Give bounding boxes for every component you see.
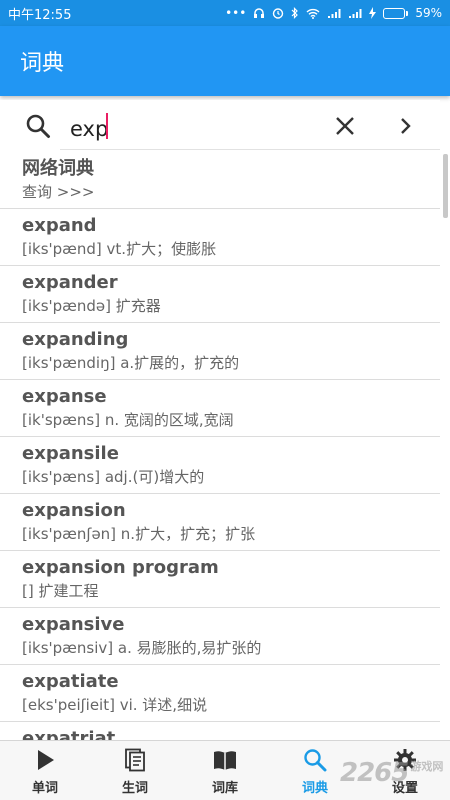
search-bar (0, 100, 440, 152)
more-icon: ••• (225, 6, 247, 20)
entry-word: expand (22, 215, 97, 236)
list-item[interactable]: expand [iks'pænd] vt.扩大；使膨胀 (0, 209, 440, 266)
nav-label: 词典 (301, 781, 328, 796)
entry-word: expanding (22, 329, 129, 350)
battery-percent: 59% (415, 6, 442, 20)
entry-definition: [iks'pændə] 扩充器 (22, 297, 161, 315)
web-dictionary-row[interactable]: 网络词典 查询 >>> (0, 152, 440, 209)
charging-icon (369, 7, 377, 19)
entry-definition: [iks'pændiŋ] a.扩展的，扩充的 (22, 354, 240, 372)
nav-label: 词库 (211, 781, 238, 796)
page-title: 词典 (20, 51, 65, 76)
entry-word: expatriat (22, 728, 116, 740)
battery-icon (383, 7, 409, 19)
alarm-icon (273, 8, 284, 19)
headphones-icon (254, 8, 265, 18)
entry-definition: [iks'pænʃən] n.扩大，扩充；扩张 (22, 525, 256, 543)
result-list: 网络词典 查询 >>> expand [iks'pænd] vt.扩大；使膨胀 … (0, 152, 440, 740)
search-icon[interactable] (25, 113, 51, 139)
list-item[interactable]: expansive [iks'pænsiv] a. 易膨胀的,易扩张的 (0, 608, 440, 665)
nav-label: 生词 (121, 781, 148, 796)
entry-word: expatiate (22, 671, 119, 692)
watermark-number: 2265 (340, 758, 409, 788)
list-item[interactable]: expatriat (0, 722, 440, 740)
entry-definition: [iks'pænd] vt.扩大；使膨胀 (22, 240, 217, 258)
text-cursor (106, 113, 108, 139)
signal-icon-2 (349, 8, 362, 18)
list-item[interactable]: expander [iks'pændə] 扩充器 (0, 266, 440, 323)
watermark-logo: 2265 游戏网 (340, 748, 450, 798)
status-icons: ••• 59% (225, 6, 442, 20)
notes-icon (125, 748, 145, 772)
list-item[interactable]: expansion program [] 扩建工程 (0, 551, 440, 608)
list-item[interactable]: expanding [iks'pændiŋ] a.扩展的，扩充的 (0, 323, 440, 380)
nav-item-new-words[interactable]: 生词 (90, 741, 180, 800)
play-icon (38, 750, 54, 770)
watermark-suffix: 游戏网 (410, 760, 444, 773)
book-icon (214, 751, 236, 770)
list-item[interactable]: expansile [iks'pæns] adj.(可)增大的 (0, 437, 440, 494)
bluetooth-icon (291, 7, 299, 19)
entry-word: expansion (22, 500, 126, 521)
list-item[interactable]: expanse [ik'spæns] n. 宽阔的区域,宽阔 (0, 380, 440, 437)
search-input[interactable] (60, 108, 440, 150)
scrollbar-thumb[interactable] (443, 154, 448, 218)
status-bar: 中午12:55 ••• 59% (0, 0, 450, 26)
web-dictionary-action[interactable]: 查询 >>> (22, 181, 440, 203)
list-item[interactable]: expansion [iks'pænʃən] n.扩大，扩充；扩张 (0, 494, 440, 551)
entry-definition: [iks'pæns] adj.(可)增大的 (22, 468, 205, 486)
entry-word: expansive (22, 614, 125, 635)
nav-label: 单词 (31, 781, 58, 796)
entry-definition: [] 扩建工程 (22, 582, 99, 600)
nav-item-wordbank[interactable]: 词库 (180, 741, 270, 800)
entry-definition: [ik'spæns] n. 宽阔的区域,宽阔 (22, 411, 234, 429)
signal-icon (328, 8, 341, 18)
entry-definition: [iks'pænsiv] a. 易膨胀的,易扩张的 (22, 639, 262, 657)
entry-word: expanse (22, 386, 107, 407)
entry-word: expansile (22, 443, 119, 464)
entry-definition: [eks'peiʃieit] vi. 详述,细说 (22, 696, 208, 714)
web-dictionary-title: 网络词典 (22, 158, 94, 179)
nav-item-words[interactable]: 单词 (0, 741, 90, 800)
status-time: 中午12:55 (8, 7, 72, 23)
wifi-icon (306, 8, 320, 19)
chevron-right-icon[interactable] (396, 115, 416, 137)
close-icon[interactable] (334, 115, 356, 137)
entry-word: expander (22, 272, 118, 293)
entry-word: expansion program (22, 557, 219, 578)
search-icon (304, 749, 327, 772)
app-bar: 词典 (0, 26, 450, 96)
list-item[interactable]: expatiate [eks'peiʃieit] vi. 详述,细说 (0, 665, 440, 722)
